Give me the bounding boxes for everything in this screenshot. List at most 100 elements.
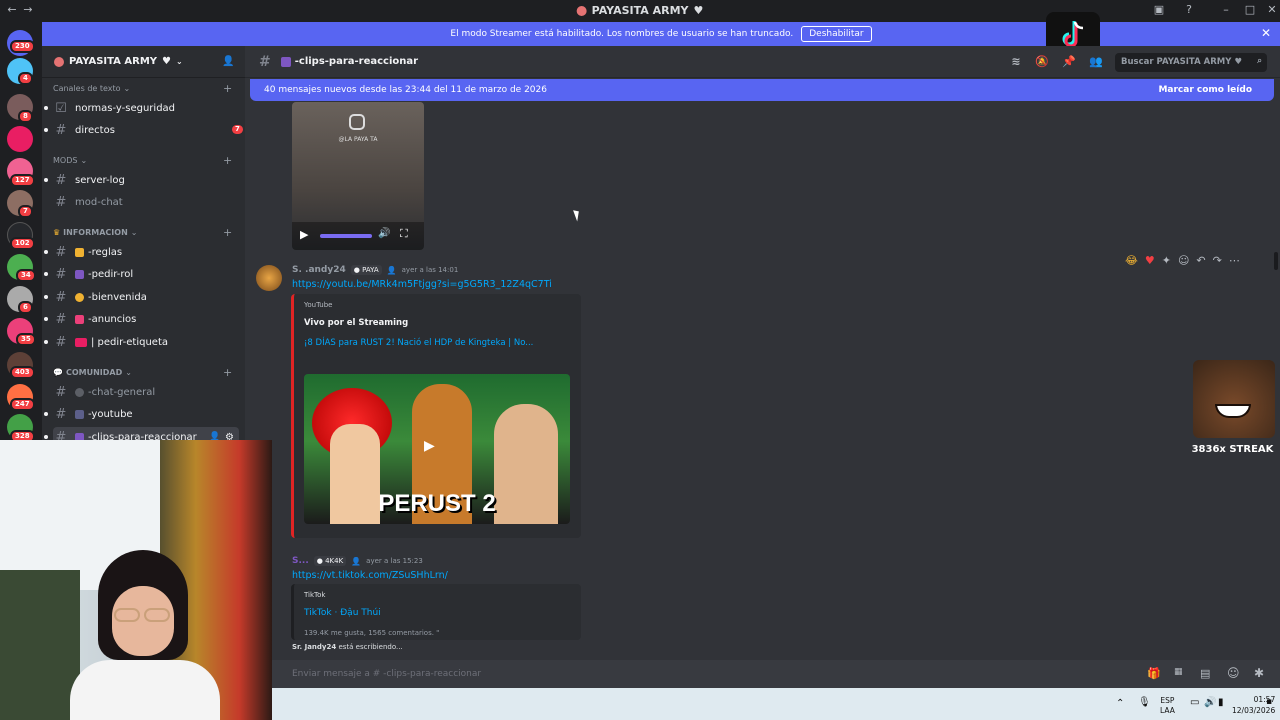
message: S. .andy24 ● PAYA 👤 ayer a las 14:01 htt… xyxy=(245,258,1280,542)
server-logo-icon xyxy=(576,5,587,16)
gift-icon[interactable]: 🎁 xyxy=(1147,667,1161,680)
channel-mod-chat[interactable]: # mod-chat xyxy=(53,192,239,212)
server-icon[interactable] xyxy=(7,126,33,152)
category-mods[interactable]: MODS ⌄ + xyxy=(53,154,232,167)
film-icon xyxy=(280,56,291,67)
emoji-icon[interactable]: ☺ xyxy=(1227,666,1240,680)
username[interactable]: S... xyxy=(292,556,309,566)
volume-icon[interactable]: 🔊 xyxy=(1204,697,1216,708)
mute-icon[interactable]: 🔕 xyxy=(1035,55,1049,69)
close-banner-icon[interactable]: ✕ xyxy=(1261,26,1271,40)
hash-icon: # xyxy=(55,334,67,350)
channel-normas[interactable]: ☑ normas-y-seguridad xyxy=(44,98,239,118)
webcam-overlay xyxy=(0,440,272,720)
channel-title: -clips-para-reaccionar xyxy=(294,56,419,67)
scrollbar[interactable] xyxy=(1274,252,1278,270)
taskbar: ⌃ ESP LAA 🎙 ▭ 🔊 ▮ 01:57 12/03/2026 ▪ xyxy=(272,688,1280,720)
embed-title[interactable]: ¡8 DÍAS para RUST 2! Nació el HDP de Kin… xyxy=(304,336,566,350)
channel-reglas[interactable]: # -reglas xyxy=(44,242,239,262)
seek-bar[interactable] xyxy=(320,234,372,238)
channel-directos[interactable]: # directos 7 xyxy=(44,120,243,140)
chat-bubble-icon: 💬 xyxy=(53,368,63,377)
search-input[interactable]: Buscar PAYASITA ARMY ♥ ⌕ xyxy=(1115,53,1267,72)
instagram-icon xyxy=(349,114,365,130)
streamer-person xyxy=(70,550,220,720)
maximize-icon[interactable]: □ xyxy=(1242,3,1258,19)
notification-icon[interactable]: ▪ xyxy=(1266,697,1272,707)
close-window-icon[interactable]: ✕ xyxy=(1264,3,1280,19)
wave-icon xyxy=(75,292,84,302)
inbox-icon[interactable]: ▣ xyxy=(1151,3,1167,19)
category-text[interactable]: Canales de texto ⌄ + xyxy=(53,82,232,95)
channel-chat-general[interactable]: # -chat-general xyxy=(53,382,239,402)
speech-icon xyxy=(75,387,84,397)
add-channel-icon[interactable]: + xyxy=(223,82,232,95)
embed-author[interactable]: Vivo por el Streaming xyxy=(304,318,408,328)
mark-read-button[interactable]: Marcar como leído xyxy=(1158,85,1252,95)
fullscreen-icon[interactable]: ⛶ xyxy=(400,227,408,241)
tiktok-embed: TikTok TikTok · Đậu Thúi 139.4K me gusta… xyxy=(291,584,581,640)
help-icon[interactable]: ? xyxy=(1181,3,1197,19)
chat-area: # -clips-para-reaccionar ≋ 🔕 📌 👥 Buscar … xyxy=(245,46,1280,688)
channel-server-log[interactable]: # server-log xyxy=(44,170,239,190)
channel-youtube[interactable]: # -youtube xyxy=(44,404,239,424)
channel-pedir-rol[interactable]: # -pedir-rol xyxy=(44,264,239,284)
message-link[interactable]: https://vt.tiktok.com/ZSuSHhLrn/ xyxy=(292,570,448,581)
role-icon xyxy=(75,269,84,279)
pin-icon[interactable]: 📌 xyxy=(1062,55,1076,69)
add-member-icon[interactable]: 👤 xyxy=(222,56,234,67)
video-thumbnail[interactable]: ▶ PERUST 2 xyxy=(304,374,570,524)
scroll-icon xyxy=(75,247,84,257)
timestamp: ayer a las 14:01 xyxy=(401,266,459,274)
channel-header: # -clips-para-reaccionar ≋ 🔕 📌 👥 Buscar … xyxy=(245,46,1280,78)
minimize-icon[interactable]: – xyxy=(1218,3,1234,19)
embed-title[interactable]: TikTok · Đậu Thúi xyxy=(304,608,381,618)
banner-text: El modo Streamer está habilitado. Los no… xyxy=(450,29,794,39)
category-info[interactable]: ♛ INFORMACION ⌄ + xyxy=(53,226,232,239)
add-channel-icon[interactable]: + xyxy=(223,366,232,379)
tag-icon xyxy=(75,337,87,347)
mouse-cursor-icon xyxy=(573,208,582,222)
add-channel-icon[interactable]: + xyxy=(223,226,232,239)
new-messages-bar[interactable]: 40 mensajes nuevos desde las 23:44 del 1… xyxy=(250,79,1274,101)
add-channel-icon[interactable]: + xyxy=(223,154,232,167)
server-badge: 4 xyxy=(18,72,33,85)
avatar[interactable] xyxy=(256,265,282,291)
language-indicator[interactable]: ESP LAA xyxy=(1160,696,1175,716)
volume-icon[interactable]: 🔊 xyxy=(378,228,390,239)
members-icon[interactable]: 👥 xyxy=(1089,55,1103,69)
video-player[interactable]: @LA PAYA TA ▶ 🔊 ⛶ xyxy=(292,102,424,250)
channel-pedir-etiqueta[interactable]: # | pedir-etiqueta xyxy=(44,332,239,352)
message-link[interactable]: https://youtu.be/MRk4m5Ftjgg?si=g5G5R3_1… xyxy=(292,279,552,290)
server-badge: 127 xyxy=(10,174,35,187)
play-icon[interactable]: ▶ xyxy=(424,438,435,454)
threads-icon[interactable]: ≋ xyxy=(1009,55,1023,69)
hash-icon: # xyxy=(55,194,67,210)
channel-anuncios[interactable]: # -anuncios xyxy=(44,309,239,329)
thumbnail-text: PERUST 2 xyxy=(378,490,496,517)
battery-icon[interactable]: ▮ xyxy=(1218,697,1224,708)
youtube-embed: YouTube Vivo por el Streaming ¡8 DÍAS pa… xyxy=(291,294,581,538)
username[interactable]: S. .andy24 xyxy=(292,265,346,275)
network-icon[interactable]: ▭ xyxy=(1190,697,1199,708)
back-icon[interactable]: ← xyxy=(4,3,20,19)
gif-icon[interactable]: ▦ xyxy=(1174,667,1183,677)
server-name: PAYASITA ARMY xyxy=(69,56,158,67)
sticker-icon[interactable]: ▤ xyxy=(1200,667,1210,680)
forward-icon[interactable]: → xyxy=(20,3,36,19)
channel-bienvenida[interactable]: # -bienvenida xyxy=(44,287,239,307)
new-messages-text: 40 mensajes nuevos desde las 23:44 del 1… xyxy=(264,85,547,95)
video-controls: ▶ 🔊 ⛶ xyxy=(292,222,424,250)
server-header[interactable]: PAYASITA ARMY ♥ ⌄ 👤 xyxy=(42,46,245,78)
message-input[interactable]: Enviar mensaje a # -clips-para-reacciona… xyxy=(272,660,1280,688)
hash-icon: # xyxy=(259,53,271,70)
disable-streamer-button[interactable]: Deshabilitar xyxy=(801,26,872,42)
hash-icon: # xyxy=(55,384,67,400)
play-icon[interactable]: ▶ xyxy=(300,228,308,241)
microphone-icon[interactable]: 🎙 xyxy=(1138,697,1151,708)
category-comunidad[interactable]: 💬 COMUNIDAD ⌄ + xyxy=(53,366,232,379)
apps-icon[interactable]: ✱ xyxy=(1254,666,1264,680)
tray-chevron-icon[interactable]: ⌃ xyxy=(1116,698,1124,709)
server-badge: 6 xyxy=(18,301,33,314)
chevron-down-icon: ⌄ xyxy=(176,57,183,66)
